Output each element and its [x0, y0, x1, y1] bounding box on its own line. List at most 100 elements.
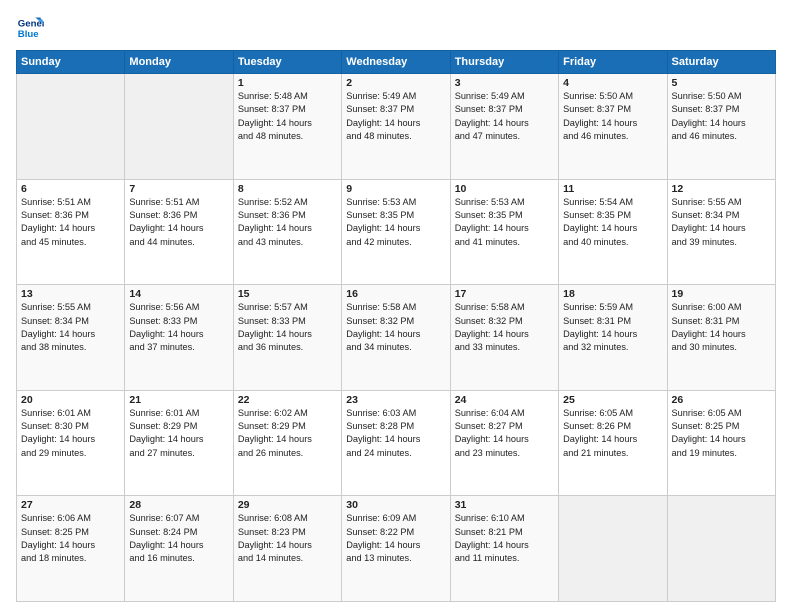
- calendar-cell: 29Sunrise: 6:08 AM Sunset: 8:23 PM Dayli…: [233, 496, 341, 602]
- calendar-table: SundayMondayTuesdayWednesdayThursdayFrid…: [16, 50, 776, 602]
- day-info: Sunrise: 5:49 AM Sunset: 8:37 PM Dayligh…: [455, 90, 554, 143]
- day-info: Sunrise: 5:57 AM Sunset: 8:33 PM Dayligh…: [238, 301, 337, 354]
- calendar-cell: 8Sunrise: 5:52 AM Sunset: 8:36 PM Daylig…: [233, 179, 341, 285]
- calendar-cell: 14Sunrise: 5:56 AM Sunset: 8:33 PM Dayli…: [125, 285, 233, 391]
- calendar-cell: 15Sunrise: 5:57 AM Sunset: 8:33 PM Dayli…: [233, 285, 341, 391]
- day-info: Sunrise: 5:58 AM Sunset: 8:32 PM Dayligh…: [346, 301, 445, 354]
- calendar-cell: [17, 74, 125, 180]
- weekday-header-saturday: Saturday: [667, 51, 775, 74]
- calendar-cell: 24Sunrise: 6:04 AM Sunset: 8:27 PM Dayli…: [450, 390, 558, 496]
- day-info: Sunrise: 5:54 AM Sunset: 8:35 PM Dayligh…: [563, 196, 662, 249]
- weekday-header-monday: Monday: [125, 51, 233, 74]
- calendar-cell: 23Sunrise: 6:03 AM Sunset: 8:28 PM Dayli…: [342, 390, 450, 496]
- day-info: Sunrise: 6:03 AM Sunset: 8:28 PM Dayligh…: [346, 407, 445, 460]
- day-number: 6: [21, 183, 120, 195]
- day-number: 2: [346, 77, 445, 89]
- day-info: Sunrise: 6:01 AM Sunset: 8:30 PM Dayligh…: [21, 407, 120, 460]
- logo-icon: General Blue: [16, 14, 44, 42]
- day-number: 21: [129, 394, 228, 406]
- calendar-cell: 30Sunrise: 6:09 AM Sunset: 8:22 PM Dayli…: [342, 496, 450, 602]
- calendar-cell: 17Sunrise: 5:58 AM Sunset: 8:32 PM Dayli…: [450, 285, 558, 391]
- calendar-cell: 2Sunrise: 5:49 AM Sunset: 8:37 PM Daylig…: [342, 74, 450, 180]
- day-info: Sunrise: 5:50 AM Sunset: 8:37 PM Dayligh…: [672, 90, 771, 143]
- calendar-cell: 10Sunrise: 5:53 AM Sunset: 8:35 PM Dayli…: [450, 179, 558, 285]
- day-info: Sunrise: 5:51 AM Sunset: 8:36 PM Dayligh…: [129, 196, 228, 249]
- weekday-header-wednesday: Wednesday: [342, 51, 450, 74]
- day-info: Sunrise: 6:07 AM Sunset: 8:24 PM Dayligh…: [129, 512, 228, 565]
- calendar-cell: 16Sunrise: 5:58 AM Sunset: 8:32 PM Dayli…: [342, 285, 450, 391]
- calendar-cell: 9Sunrise: 5:53 AM Sunset: 8:35 PM Daylig…: [342, 179, 450, 285]
- day-number: 20: [21, 394, 120, 406]
- calendar-cell: 28Sunrise: 6:07 AM Sunset: 8:24 PM Dayli…: [125, 496, 233, 602]
- calendar-cell: 11Sunrise: 5:54 AM Sunset: 8:35 PM Dayli…: [559, 179, 667, 285]
- weekday-header-friday: Friday: [559, 51, 667, 74]
- page: General Blue SundayMondayTuesdayWednesda…: [0, 0, 792, 612]
- calendar-cell: 4Sunrise: 5:50 AM Sunset: 8:37 PM Daylig…: [559, 74, 667, 180]
- calendar-cell: 18Sunrise: 5:59 AM Sunset: 8:31 PM Dayli…: [559, 285, 667, 391]
- day-info: Sunrise: 5:51 AM Sunset: 8:36 PM Dayligh…: [21, 196, 120, 249]
- day-number: 1: [238, 77, 337, 89]
- calendar-cell: 27Sunrise: 6:06 AM Sunset: 8:25 PM Dayli…: [17, 496, 125, 602]
- calendar-cell: [125, 74, 233, 180]
- day-info: Sunrise: 5:50 AM Sunset: 8:37 PM Dayligh…: [563, 90, 662, 143]
- day-number: 19: [672, 288, 771, 300]
- svg-text:Blue: Blue: [18, 29, 39, 40]
- day-info: Sunrise: 6:09 AM Sunset: 8:22 PM Dayligh…: [346, 512, 445, 565]
- day-number: 8: [238, 183, 337, 195]
- day-info: Sunrise: 5:55 AM Sunset: 8:34 PM Dayligh…: [21, 301, 120, 354]
- calendar-cell: [667, 496, 775, 602]
- day-info: Sunrise: 5:59 AM Sunset: 8:31 PM Dayligh…: [563, 301, 662, 354]
- day-info: Sunrise: 6:00 AM Sunset: 8:31 PM Dayligh…: [672, 301, 771, 354]
- day-number: 15: [238, 288, 337, 300]
- day-number: 12: [672, 183, 771, 195]
- calendar-cell: 21Sunrise: 6:01 AM Sunset: 8:29 PM Dayli…: [125, 390, 233, 496]
- day-number: 24: [455, 394, 554, 406]
- day-number: 7: [129, 183, 228, 195]
- day-number: 18: [563, 288, 662, 300]
- week-row-1: 1Sunrise: 5:48 AM Sunset: 8:37 PM Daylig…: [17, 74, 776, 180]
- day-number: 5: [672, 77, 771, 89]
- day-number: 10: [455, 183, 554, 195]
- day-number: 11: [563, 183, 662, 195]
- day-info: Sunrise: 6:08 AM Sunset: 8:23 PM Dayligh…: [238, 512, 337, 565]
- calendar-cell: 25Sunrise: 6:05 AM Sunset: 8:26 PM Dayli…: [559, 390, 667, 496]
- day-info: Sunrise: 5:53 AM Sunset: 8:35 PM Dayligh…: [455, 196, 554, 249]
- day-number: 29: [238, 499, 337, 511]
- calendar-cell: 1Sunrise: 5:48 AM Sunset: 8:37 PM Daylig…: [233, 74, 341, 180]
- day-number: 22: [238, 394, 337, 406]
- calendar-cell: 5Sunrise: 5:50 AM Sunset: 8:37 PM Daylig…: [667, 74, 775, 180]
- calendar-cell: 26Sunrise: 6:05 AM Sunset: 8:25 PM Dayli…: [667, 390, 775, 496]
- calendar-cell: 31Sunrise: 6:10 AM Sunset: 8:21 PM Dayli…: [450, 496, 558, 602]
- calendar-cell: [559, 496, 667, 602]
- header: General Blue: [16, 14, 776, 42]
- day-number: 25: [563, 394, 662, 406]
- week-row-3: 13Sunrise: 5:55 AM Sunset: 8:34 PM Dayli…: [17, 285, 776, 391]
- week-row-2: 6Sunrise: 5:51 AM Sunset: 8:36 PM Daylig…: [17, 179, 776, 285]
- day-info: Sunrise: 5:58 AM Sunset: 8:32 PM Dayligh…: [455, 301, 554, 354]
- day-info: Sunrise: 6:02 AM Sunset: 8:29 PM Dayligh…: [238, 407, 337, 460]
- day-number: 4: [563, 77, 662, 89]
- day-info: Sunrise: 6:01 AM Sunset: 8:29 PM Dayligh…: [129, 407, 228, 460]
- day-info: Sunrise: 5:52 AM Sunset: 8:36 PM Dayligh…: [238, 196, 337, 249]
- day-number: 23: [346, 394, 445, 406]
- day-number: 27: [21, 499, 120, 511]
- calendar-cell: 6Sunrise: 5:51 AM Sunset: 8:36 PM Daylig…: [17, 179, 125, 285]
- weekday-header-row: SundayMondayTuesdayWednesdayThursdayFrid…: [17, 51, 776, 74]
- calendar-cell: 12Sunrise: 5:55 AM Sunset: 8:34 PM Dayli…: [667, 179, 775, 285]
- day-info: Sunrise: 5:56 AM Sunset: 8:33 PM Dayligh…: [129, 301, 228, 354]
- calendar-cell: 22Sunrise: 6:02 AM Sunset: 8:29 PM Dayli…: [233, 390, 341, 496]
- day-number: 28: [129, 499, 228, 511]
- day-info: Sunrise: 6:05 AM Sunset: 8:25 PM Dayligh…: [672, 407, 771, 460]
- calendar-cell: 7Sunrise: 5:51 AM Sunset: 8:36 PM Daylig…: [125, 179, 233, 285]
- day-number: 26: [672, 394, 771, 406]
- day-number: 30: [346, 499, 445, 511]
- day-number: 9: [346, 183, 445, 195]
- logo: General Blue: [16, 14, 48, 42]
- day-info: Sunrise: 6:10 AM Sunset: 8:21 PM Dayligh…: [455, 512, 554, 565]
- day-info: Sunrise: 6:04 AM Sunset: 8:27 PM Dayligh…: [455, 407, 554, 460]
- calendar-cell: 3Sunrise: 5:49 AM Sunset: 8:37 PM Daylig…: [450, 74, 558, 180]
- day-info: Sunrise: 5:48 AM Sunset: 8:37 PM Dayligh…: [238, 90, 337, 143]
- weekday-header-thursday: Thursday: [450, 51, 558, 74]
- day-number: 17: [455, 288, 554, 300]
- day-info: Sunrise: 5:49 AM Sunset: 8:37 PM Dayligh…: [346, 90, 445, 143]
